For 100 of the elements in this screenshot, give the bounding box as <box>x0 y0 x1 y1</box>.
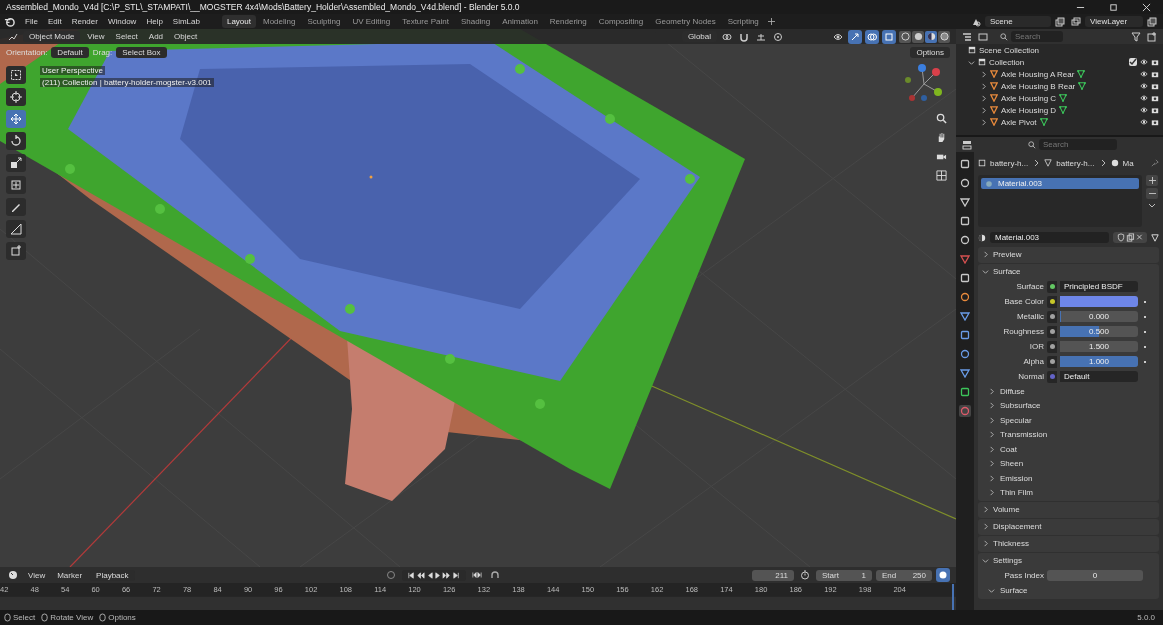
orientation-dropdown[interactable]: Default <box>51 46 89 58</box>
chevron-icon[interactable] <box>980 82 987 90</box>
chevron-icon[interactable] <box>988 489 995 497</box>
panel-header[interactable]: Preview <box>993 250 1022 259</box>
view-layer-field[interactable]: ViewLayer <box>1085 16 1143 27</box>
slider-field[interactable]: 1.000 <box>1060 356 1138 367</box>
menu-item[interactable]: Window <box>103 16 141 27</box>
new-collection-icon[interactable] <box>1145 29 1159 44</box>
start-frame-field[interactable]: Start 1 <box>816 569 872 581</box>
chevron-icon[interactable] <box>982 268 989 275</box>
menu-item[interactable]: Edit <box>43 16 66 27</box>
remove-slot-button[interactable] <box>1146 188 1158 199</box>
chevron-icon[interactable] <box>982 506 989 513</box>
slider-field[interactable]: 0.000 <box>1060 311 1138 322</box>
number-field[interactable]: 1.500 <box>1060 341 1138 352</box>
workspace-tab[interactable]: Layout <box>221 15 256 28</box>
drag-dropdown[interactable]: Select Box <box>116 46 167 58</box>
search-field[interactable]: Search <box>1011 31 1063 42</box>
close-icon[interactable] <box>1142 2 1151 12</box>
chevron-icon[interactable] <box>988 387 995 395</box>
add-tool-button[interactable] <box>6 242 26 260</box>
workspace-tab[interactable]: Rendering <box>544 15 592 28</box>
overlays-icon[interactable] <box>865 29 879 44</box>
camera-icon[interactable] <box>1151 118 1159 126</box>
menu-item[interactable]: View <box>83 31 109 42</box>
socket-button[interactable] <box>1047 340 1057 353</box>
chevron-icon[interactable] <box>982 557 989 564</box>
wireframe-shading-button[interactable] <box>899 30 911 43</box>
chevron-icon[interactable] <box>988 416 995 424</box>
measure-tool-button[interactable] <box>6 220 26 238</box>
subpanel-header[interactable]: Coat <box>1000 444 1017 454</box>
eye-icon[interactable] <box>1140 82 1148 90</box>
menu-item[interactable]: Help <box>142 16 167 27</box>
move-tool-button[interactable] <box>6 110 26 128</box>
options-dropdown[interactable]: Options <box>910 46 950 58</box>
workspace-tab[interactable]: Sculpting <box>302 15 346 28</box>
filter-icon[interactable] <box>1129 29 1143 44</box>
cursor-tool-button[interactable] <box>6 88 26 106</box>
material-slot[interactable]: Material.003 <box>981 178 1139 189</box>
material-actions[interactable] <box>1113 232 1147 243</box>
select-tool-button[interactable] <box>6 66 26 84</box>
chevron-icon[interactable] <box>988 460 995 468</box>
workspace-tab[interactable]: Animation <box>497 15 543 28</box>
tree-item[interactable]: Axle Housing A Rear <box>1001 69 1075 79</box>
menu-item[interactable]: Select <box>111 31 142 42</box>
playhead-marker[interactable] <box>952 584 954 610</box>
mesh-data-icon[interactable] <box>1077 70 1086 78</box>
solid-shading-button[interactable] <box>912 30 924 43</box>
camera-icon[interactable] <box>1151 94 1159 102</box>
copy-icon[interactable] <box>1145 14 1159 29</box>
end-frame-field[interactable]: End 250 <box>876 569 932 581</box>
eye-icon[interactable] <box>1140 106 1148 114</box>
chevron-icon[interactable] <box>980 70 987 78</box>
panel-header[interactable]: Settings <box>993 556 1022 565</box>
menu-item[interactable]: Marker <box>53 569 87 581</box>
material-name-field[interactable]: Material.003 <box>990 232 1109 243</box>
subpanel-header[interactable]: Specular <box>1000 415 1032 425</box>
mesh-data-icon[interactable] <box>1059 106 1068 114</box>
rotate-tool-button[interactable] <box>6 132 26 150</box>
mode-dropdown[interactable]: Object Mode <box>23 31 81 42</box>
panel-header[interactable]: Surface <box>993 267 1021 276</box>
mesh-data-icon[interactable] <box>1059 94 1068 102</box>
chevron-icon[interactable] <box>982 523 989 530</box>
add-slot-button[interactable] <box>1146 175 1158 186</box>
breadcrumb-item[interactable]: battery-h... <box>990 158 1029 168</box>
breadcrumb-item[interactable]: battery-h... <box>1056 158 1095 168</box>
add-workspace-button[interactable] <box>765 15 778 28</box>
subpanel-header[interactable]: Transmission <box>1000 430 1048 440</box>
workspace-tab[interactable]: Compositing <box>593 15 649 28</box>
menu-item[interactable]: SimLab <box>168 16 204 27</box>
menu-item[interactable]: Object <box>170 31 202 42</box>
pin-icon[interactable] <box>1151 159 1159 167</box>
chevron-icon[interactable] <box>982 540 989 547</box>
tree-item[interactable]: Scene Collection <box>979 45 1040 55</box>
workspace-tab[interactable]: Shading <box>455 15 496 28</box>
breadcrumb-item[interactable]: Ma <box>1122 158 1134 168</box>
workspace-tab[interactable]: Geometry Nodes <box>650 15 721 28</box>
socket-button[interactable] <box>1047 280 1057 293</box>
eye-icon[interactable] <box>1140 94 1148 102</box>
eye-icon[interactable] <box>1140 118 1148 126</box>
shader-link-field[interactable]: Principled BSDF <box>1060 281 1138 292</box>
rendered-shading-button[interactable] <box>938 30 950 43</box>
tree-item[interactable]: Axle Pivot <box>1001 117 1037 127</box>
subpanel-header[interactable]: Emission <box>1000 473 1033 483</box>
stopwatch-icon[interactable] <box>798 568 812 582</box>
clock-editor-icon[interactable] <box>6 568 20 582</box>
subpanel-header[interactable]: Subsurface <box>1000 401 1041 411</box>
menu-item[interactable]: File <box>21 16 42 27</box>
eye-icon[interactable] <box>1140 70 1148 78</box>
mesh-data-icon[interactable] <box>1078 82 1087 90</box>
menu-item[interactable]: Add <box>144 31 168 42</box>
subpanel-header[interactable]: Sheen <box>1000 459 1024 469</box>
chevron-icon[interactable] <box>988 445 995 453</box>
eye-icon[interactable] <box>1140 58 1148 66</box>
chevron-icon[interactable] <box>968 58 975 66</box>
subpanel-header[interactable]: Surface <box>1000 585 1028 595</box>
panel-header[interactable]: Thickness <box>993 539 1029 548</box>
subpanel-header[interactable]: Diffuse <box>1000 386 1025 396</box>
workspace-tab[interactable]: UV Editing <box>347 15 396 28</box>
xray-icon[interactable] <box>882 29 896 44</box>
